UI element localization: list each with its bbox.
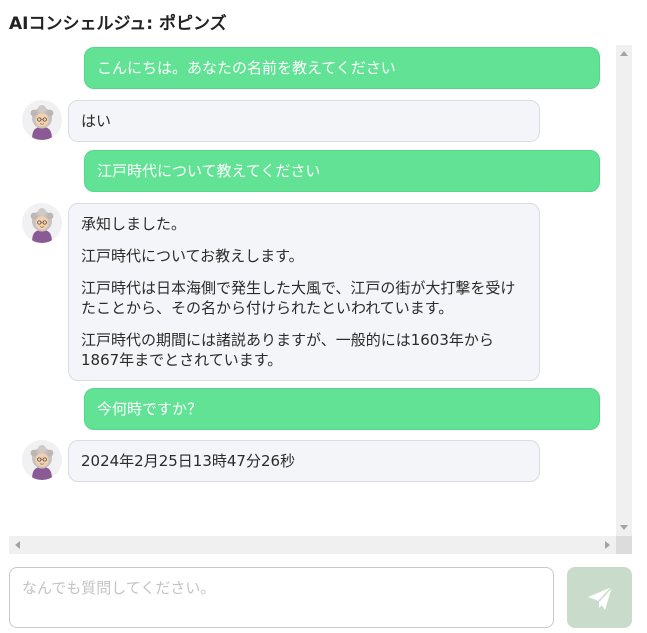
assistant-avatar <box>22 100 62 140</box>
assistant-avatar <box>22 203 62 243</box>
vertical-scroll-thumb[interactable] <box>619 61 629 519</box>
assistant-message-text: 承知しました。 <box>81 215 187 233</box>
grandmother-avatar-icon <box>22 100 62 140</box>
grandmother-avatar-icon <box>22 203 62 243</box>
scrollbar-corner <box>616 536 632 554</box>
question-input-box[interactable] <box>9 567 554 628</box>
vertical-scrollbar[interactable] <box>616 45 632 536</box>
user-message: 江戸時代について教えてください <box>84 150 600 192</box>
user-message: 今何時ですか？ <box>84 388 600 430</box>
assistant-message-text: はい <box>81 112 112 130</box>
scroll-right-arrow-icon[interactable] <box>605 541 610 549</box>
question-input[interactable] <box>10 568 553 627</box>
scroll-up-arrow-icon[interactable] <box>620 51 628 56</box>
scroll-down-arrow-icon[interactable] <box>620 525 628 530</box>
assistant-message: はい <box>68 100 540 142</box>
send-button[interactable] <box>567 567 632 628</box>
assistant-message-text: 江戸時代の期間には諸説ありますが、一般的には1603年から1867年までとされて… <box>81 331 494 369</box>
grandmother-avatar-icon <box>22 440 62 480</box>
assistant-avatar <box>22 440 62 480</box>
chat-panel: こんにちは。あなたの名前を教えてください はい 江戸時代について教えてください … <box>9 45 632 554</box>
horizontal-scrollbar[interactable] <box>9 536 616 554</box>
assistant-message-text: 江戸時代は日本海側で発生した大風で、江戸の街が大打撃を受けたことから、その名から… <box>81 279 516 317</box>
page-title: AIコンシェルジュ: ポピンズ <box>9 14 227 34</box>
chat-history: こんにちは。あなたの名前を教えてください はい 江戸時代について教えてください … <box>9 45 616 536</box>
user-message: こんにちは。あなたの名前を教えてください <box>84 47 600 89</box>
paper-plane-icon <box>587 585 613 610</box>
scroll-left-arrow-icon[interactable] <box>15 541 20 549</box>
assistant-message: 承知しました。 江戸時代についてお教えします。 江戸時代は日本海側で発生した大風… <box>68 203 540 381</box>
assistant-message-text: 江戸時代についてお教えします。 <box>81 247 304 265</box>
assistant-message: 2024年2月25日13時47分26秒 <box>68 440 540 482</box>
assistant-message-text: 2024年2月25日13時47分26秒 <box>81 452 296 470</box>
